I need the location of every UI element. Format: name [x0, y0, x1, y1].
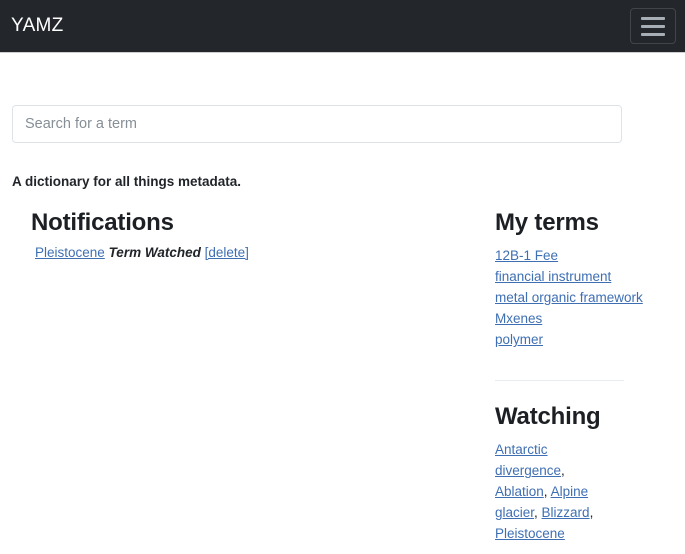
hamburger-bar-1 [641, 16, 665, 20]
my-terms-heading: My terms [495, 209, 599, 236]
search-section [12, 52, 673, 143]
page-container: A dictionary for all things metadata. No… [0, 52, 685, 544]
list-separator: , [589, 505, 594, 521]
hamburger-bar-3 [641, 32, 665, 36]
my-term-link[interactable]: 12B-1 Fee [495, 248, 558, 263]
hamburger-bar-2 [641, 24, 665, 28]
list-item: polymer [495, 329, 662, 350]
content-row: Notifications Pleistocene Term Watched [… [12, 209, 673, 544]
list-item: 12B-1 Fee [495, 245, 662, 266]
brand-logo[interactable]: YAMZ [11, 16, 64, 37]
hamburger-menu-icon[interactable] [630, 8, 676, 44]
notification-item: Pleistocene Term Watched [delete] [31, 243, 482, 263]
search-input[interactable] [12, 105, 622, 143]
my-term-link[interactable]: polymer [495, 332, 543, 347]
list-separator: , [534, 505, 542, 521]
list-separator: , [543, 484, 551, 500]
list-item: financial instrument [495, 266, 662, 287]
list-separator: , [561, 463, 565, 479]
sidebar-divider [495, 380, 624, 382]
my-terms-list: 12B-1 Fee financial instrument metal organ… [495, 245, 662, 350]
notifications-column: Notifications Pleistocene Term Watched [… [12, 209, 482, 263]
watching-term-link[interactable]: Pleistocene [495, 526, 565, 541]
watching-heading: Watching [495, 403, 601, 431]
watching-term-link[interactable]: Ablation [495, 484, 544, 499]
list-item: metal organic framework [495, 287, 662, 308]
watching-term-link[interactable]: Antarctic divergence [495, 442, 561, 478]
notification-delete-link[interactable]: [delete] [205, 245, 249, 260]
my-term-link[interactable]: metal organic framework [495, 290, 643, 305]
list-item: Mxenes [495, 308, 662, 329]
my-term-link[interactable]: financial instrument [495, 269, 611, 284]
notification-action-text: Term Watched [108, 245, 201, 260]
watching-term-link[interactable]: Blizzard [542, 505, 590, 520]
my-term-link[interactable]: Mxenes [495, 311, 542, 326]
sidebar-column: My terms 12B-1 Fee financial instrument me… [482, 209, 662, 544]
navbar: YAMZ [0, 0, 685, 52]
notification-term-link[interactable]: Pleistocene [35, 245, 105, 260]
site-tagline: A dictionary for all things metadata. [12, 174, 242, 189]
notifications-heading: Notifications [31, 209, 174, 236]
watching-list: Antarctic divergence, Ablation, Alpine g… [495, 439, 620, 544]
